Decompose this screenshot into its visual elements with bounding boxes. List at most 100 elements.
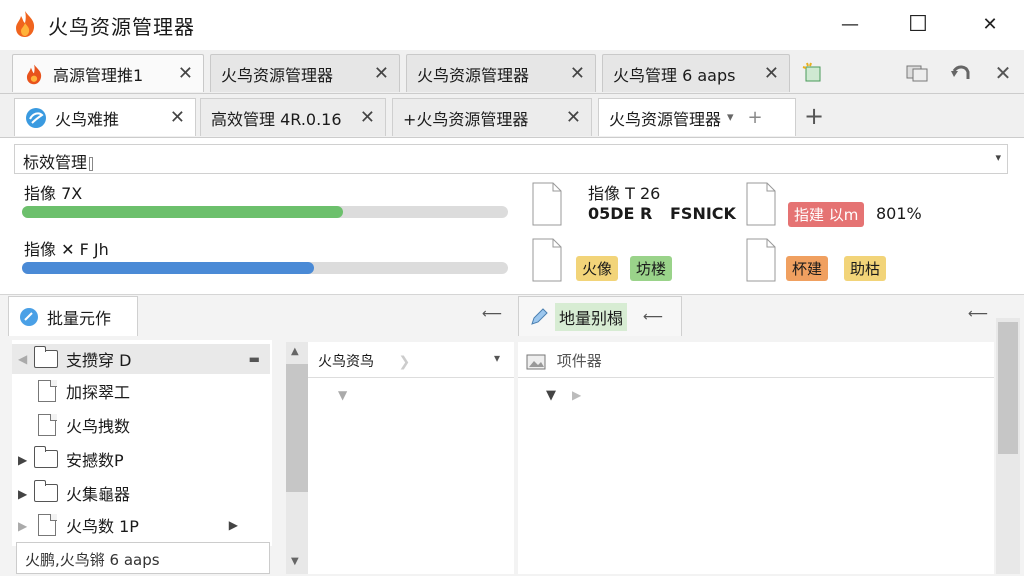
right-pane: 项件器 ▼ ▶	[518, 342, 994, 574]
chevron-down-icon[interactable]: ▾	[494, 351, 500, 365]
document-icon	[38, 413, 57, 436]
progress-label-1: 指像 7X	[24, 184, 83, 203]
tab-secondary-2[interactable]: 高效管理 4R.0.16 ✕	[200, 98, 386, 136]
new-tab-button[interactable]: +	[804, 102, 824, 130]
folder-icon	[33, 346, 58, 368]
close-tab-icon[interactable]: ✕	[170, 107, 185, 128]
tab-label: 火鸟难推	[55, 109, 120, 129]
flame-icon	[16, 11, 35, 37]
folder-icon	[33, 446, 58, 468]
tab-add-icon[interactable]: +	[748, 107, 763, 128]
tab-label: 高源管理推1	[53, 65, 144, 85]
pencil-icon	[531, 307, 548, 325]
card4-badge-a: 杯建	[786, 256, 829, 281]
expand-arrow-icon[interactable]: ▼	[338, 388, 347, 402]
play-icon[interactable]: ▶	[572, 388, 581, 402]
document-icon	[38, 379, 57, 402]
middle-pane-header[interactable]: 火鸟资鸟 ❯ ▾	[308, 342, 514, 378]
chevron-down-icon[interactable]: ▬	[249, 352, 260, 366]
maximize-button[interactable]: ☐	[900, 8, 936, 40]
left-pane-title: 批量元作	[47, 308, 112, 328]
tab-secondary-1[interactable]: 火鸟难推 ✕	[14, 98, 196, 136]
tree-item[interactable]: ▶ 安撼数P	[12, 444, 270, 474]
collapse-arrow-icon[interactable]: ◀	[18, 352, 27, 366]
middle-pane: 火鸟资鸟 ❯ ▾ ▼	[308, 342, 514, 574]
tree-item[interactable]: ▶ 火鸟数 1P ▶	[12, 510, 270, 540]
tab-primary-4[interactable]: 火鸟管理 6 aaps ✕	[602, 54, 790, 92]
tab-secondary-3[interactable]: +火鸟资源管理器 ✕	[392, 98, 592, 136]
tab-label: 火鸟资源管理器	[609, 109, 722, 129]
scrollbar-thumb[interactable]	[286, 364, 308, 492]
tab-secondary-4[interactable]: 火鸟资源管理器 ▾ +	[598, 98, 796, 136]
tree-item[interactable]: 加探翠工	[12, 376, 270, 406]
tab-label: 高效管理 4R.0.16	[211, 109, 342, 129]
file-icon	[532, 182, 562, 226]
tree-item[interactable]: ▶ 火集龜器	[12, 478, 270, 508]
tab-row-secondary: 火鸟难推 ✕ 高效管理 4R.0.16 ✕ +火鸟资源管理器 ✕ 火鸟资源管理器…	[0, 94, 1024, 138]
scroll-up-icon[interactable]: ▲	[291, 346, 299, 357]
chevron-down-icon[interactable]: ▾	[995, 151, 1001, 164]
tab-primary-3[interactable]: 火鸟资源管理器 ✕	[406, 54, 596, 92]
file-icon	[746, 238, 776, 282]
right-pane-header-label: 项件器	[556, 352, 602, 370]
tab-label: 火鸟资源管理器	[417, 65, 530, 85]
window-title: 火鸟资源管理器	[48, 15, 195, 39]
tab-label: +火鸟资源管理器	[403, 109, 529, 129]
play-icon[interactable]: ▶	[229, 518, 238, 532]
right-pane-header[interactable]: 项件器	[518, 342, 994, 378]
right-pane-title: 地量别榻	[555, 302, 628, 331]
tab-label: 火鸟管理 6 aaps	[613, 65, 736, 85]
scrollbar-thumb[interactable]	[998, 322, 1018, 454]
close-pane-icon[interactable]: ✕	[990, 60, 1016, 86]
scroll-down-icon[interactable]: ▼	[291, 556, 299, 567]
tab-primary-1[interactable]: 高源管理推1 ✕	[12, 54, 204, 92]
close-window-button[interactable]: ✕	[972, 8, 1008, 40]
file-icon	[746, 182, 776, 226]
cursor-icon	[89, 156, 94, 171]
tree-item[interactable]: ◀ 支攒穿 D ▬	[12, 344, 270, 374]
pin-icon	[20, 307, 38, 326]
pin-icon[interactable]: ⟵	[643, 309, 663, 325]
tab-primary-2[interactable]: 火鸟资源管理器 ✕	[210, 54, 400, 92]
close-tab-icon[interactable]: ✕	[178, 63, 193, 84]
card1-title: 指像 T 26	[588, 184, 661, 203]
document-icon	[38, 513, 57, 536]
chevron-right-icon: ❯	[398, 354, 411, 370]
tree-item-label: 加探翠工	[66, 383, 131, 402]
tab-label: 火鸟资源管理器	[221, 65, 334, 85]
new-window-icon[interactable]	[800, 60, 826, 86]
expand-arrow-icon[interactable]: ▶	[18, 487, 27, 501]
expand-arrow-icon[interactable]: ▶	[18, 519, 27, 533]
pin-icon[interactable]: ⟵	[482, 306, 502, 322]
close-tab-icon[interactable]: ✕	[570, 63, 585, 84]
scrollbar[interactable]	[996, 318, 1020, 574]
tab-row-primary: 高源管理推1 ✕ 火鸟资源管理器 ✕ 火鸟资源管理器 ✕ 火鸟管理 6 aaps…	[0, 50, 1024, 94]
tree-item-label: 火鸟拽数	[66, 417, 131, 436]
tab-dropdown-icon[interactable]: ▾	[727, 110, 734, 125]
progress-label-2: 指像 ✕ F Jh	[24, 240, 109, 259]
close-tab-icon[interactable]: ✕	[360, 107, 375, 128]
globe-icon	[26, 107, 46, 128]
flame-icon	[26, 64, 42, 84]
expand-arrow-icon[interactable]: ▶	[18, 453, 27, 467]
undo-icon[interactable]	[948, 60, 974, 86]
close-tab-icon[interactable]: ✕	[374, 63, 389, 84]
scrollbar[interactable]: ▲ ▼	[286, 342, 308, 574]
close-tab-icon[interactable]: ✕	[566, 107, 581, 128]
middle-pane-title: 火鸟资鸟	[318, 354, 374, 370]
expand-arrow-icon[interactable]: ▼	[546, 388, 556, 403]
status-field[interactable]: 火鹏,火鸟锵 6 aaps	[16, 542, 270, 574]
card4-badge-b: 助枯	[844, 256, 887, 281]
folder-tree: ◀ 支攒穿 D ▬ 加探翠工 火鸟拽数 ▶ 安撼数P ▶ 火集龜器 ▶ 火鸟数 …	[12, 340, 272, 546]
progress-fill-2	[22, 262, 314, 274]
tree-item[interactable]: 火鸟拽数	[12, 410, 270, 440]
split-view-icon[interactable]	[904, 60, 930, 86]
right-pane-tab[interactable]: 地量别榻 ⟵	[518, 296, 682, 336]
card3-badge-a: 火像	[576, 256, 619, 281]
pin-icon[interactable]: ⟵	[968, 306, 988, 322]
close-tab-icon[interactable]: ✕	[764, 63, 779, 84]
address-value: 标效管理	[23, 153, 88, 172]
left-pane-tab[interactable]: 批量元作	[8, 296, 138, 336]
minimize-button[interactable]: —	[832, 8, 868, 40]
address-bar[interactable]: 标效管理 ▾	[14, 144, 1008, 174]
